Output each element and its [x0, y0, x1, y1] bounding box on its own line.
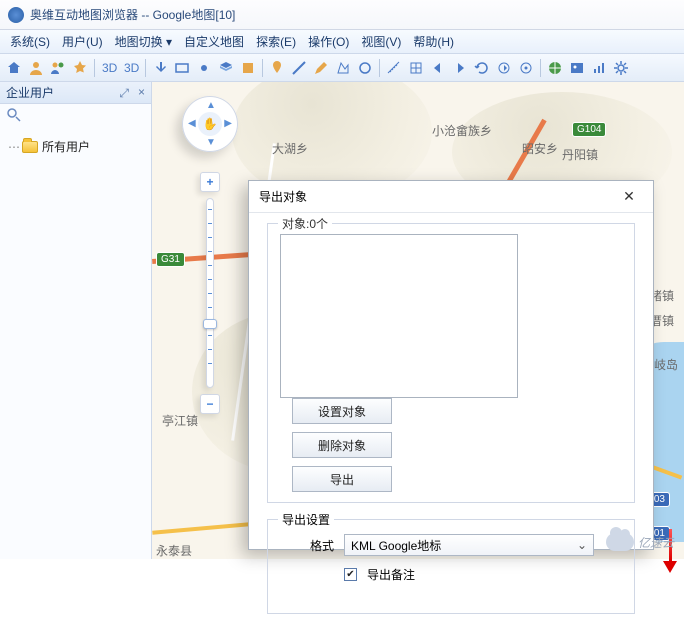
- pan-down-icon[interactable]: ▼: [206, 137, 216, 148]
- 3d-alt-icon[interactable]: 3D: [121, 58, 141, 78]
- area-icon[interactable]: [406, 58, 426, 78]
- tree-root-label: 所有用户: [42, 138, 90, 155]
- format-select[interactable]: KML Google地标 ⌄: [344, 534, 594, 556]
- rect-icon[interactable]: [172, 58, 192, 78]
- svg-text:3D: 3D: [124, 61, 139, 75]
- menu-operate[interactable]: 操作(O): [302, 33, 355, 50]
- chevron-down-icon: ⌄: [577, 538, 587, 552]
- city-label: 昭安乡: [522, 140, 558, 157]
- window-title: 奥维互动地图浏览器 -- Google地图[10]: [30, 6, 235, 23]
- globe-icon[interactable]: [545, 58, 565, 78]
- city-label: 大湖乡: [272, 140, 308, 157]
- objects-fieldset: 对象:0个 设置对象 删除对象 导出: [267, 223, 635, 503]
- pan-right-icon[interactable]: ▶: [224, 118, 232, 129]
- menu-help[interactable]: 帮助(H): [407, 33, 460, 50]
- pan-up-icon[interactable]: ▲: [206, 100, 216, 111]
- menu-view[interactable]: 视图(V): [355, 33, 407, 50]
- sidebar-title: 企业用户: [6, 84, 54, 101]
- dialog-close-button[interactable]: ✕: [615, 188, 643, 205]
- menubar: 系统(S) 用户(U) 地图切换 ▾ 自定义地图 探索(E) 操作(O) 视图(…: [0, 30, 684, 54]
- tree-dots: ⋯: [8, 140, 18, 154]
- home-icon[interactable]: [4, 58, 24, 78]
- toolbar: 3D 3D: [0, 54, 684, 82]
- titlebar: 奥维互动地图浏览器 -- Google地图[10]: [0, 0, 684, 30]
- sidebar: 企业用户 ⤢ × ⋯ 所有用户: [0, 82, 152, 559]
- export-button[interactable]: 导出: [292, 466, 392, 492]
- 3d-icon[interactable]: 3D: [99, 58, 119, 78]
- city-label: 永泰县: [156, 542, 192, 559]
- app-icon: [8, 7, 24, 23]
- zoom-slider[interactable]: [206, 198, 214, 388]
- circle-refresh-icon[interactable]: [494, 58, 514, 78]
- menu-map-switch[interactable]: 地图切换 ▾: [109, 33, 178, 50]
- watermark-text: 亿速云: [638, 534, 674, 551]
- chart-icon[interactable]: [589, 58, 609, 78]
- format-label: 格式: [280, 537, 334, 554]
- forward-icon[interactable]: [450, 58, 470, 78]
- pencil-icon[interactable]: [311, 58, 331, 78]
- export-remarks-label: 导出备注: [367, 566, 415, 583]
- set-object-button[interactable]: 设置对象: [292, 398, 392, 424]
- road-shield: G104: [572, 122, 606, 137]
- menu-explore[interactable]: 探索(E): [250, 33, 302, 50]
- zoom-out-button[interactable]: −: [200, 394, 220, 414]
- delete-object-button[interactable]: 删除对象: [292, 432, 392, 458]
- image-icon[interactable]: [567, 58, 587, 78]
- export-remarks-checkbox[interactable]: ✔: [344, 568, 357, 581]
- menu-user[interactable]: 用户(U): [56, 33, 109, 50]
- layers-icon[interactable]: [216, 58, 236, 78]
- box-icon[interactable]: [238, 58, 258, 78]
- svg-text:3D: 3D: [102, 61, 117, 75]
- pan-left-icon[interactable]: ◀: [188, 118, 196, 129]
- road-shield: G31: [156, 252, 185, 267]
- dialog-title: 导出对象: [259, 188, 615, 205]
- city-label: 丹阳镇: [562, 146, 598, 163]
- user-icon[interactable]: [26, 58, 46, 78]
- sidebar-header: 企业用户 ⤢ ×: [0, 82, 151, 104]
- folder-icon: [22, 141, 38, 153]
- back-icon[interactable]: [428, 58, 448, 78]
- city-label: 亭江镇: [162, 412, 198, 429]
- circle-icon[interactable]: [355, 58, 375, 78]
- export-settings-fieldset: 导出设置 格式 KML Google地标 ⌄ ✔ 导出备注: [267, 519, 635, 614]
- zoom-in-button[interactable]: +: [200, 172, 220, 192]
- settings-legend: 导出设置: [278, 511, 334, 528]
- zoom-control: + −: [200, 172, 220, 414]
- search-icon: [6, 107, 22, 123]
- download-icon[interactable]: [150, 58, 170, 78]
- dialog-titlebar[interactable]: 导出对象 ✕: [249, 181, 653, 213]
- circle-small-icon[interactable]: [194, 58, 214, 78]
- city-label: 小沧畲族乡: [432, 122, 492, 139]
- star-icon[interactable]: [70, 58, 90, 78]
- ruler-icon[interactable]: [384, 58, 404, 78]
- gear-icon[interactable]: [611, 58, 631, 78]
- zoom-thumb[interactable]: [203, 319, 217, 329]
- menu-system[interactable]: 系统(S): [4, 33, 56, 50]
- target-icon[interactable]: [516, 58, 536, 78]
- format-value: KML Google地标: [351, 537, 441, 554]
- watermark: 亿速云: [606, 533, 674, 551]
- tree-root-item[interactable]: ⋯ 所有用户: [8, 138, 143, 155]
- shape-icon[interactable]: [333, 58, 353, 78]
- line-icon[interactable]: [289, 58, 309, 78]
- sidebar-search[interactable]: [0, 104, 151, 128]
- pan-control[interactable]: ▲ ▼ ◀ ▶ ✋: [182, 96, 238, 152]
- pin-icon[interactable]: ⤢: [119, 86, 129, 101]
- cloud-icon: [606, 533, 634, 551]
- close-sidebar-icon[interactable]: ×: [138, 85, 145, 99]
- pin-icon[interactable]: [267, 58, 287, 78]
- pan-hand-icon[interactable]: ✋: [198, 112, 222, 136]
- export-dialog: 导出对象 ✕ 对象:0个 设置对象 删除对象 导出 导出设置 格式 KML Go…: [248, 180, 654, 550]
- objects-legend: 对象:0个: [278, 215, 332, 232]
- users-icon[interactable]: [48, 58, 68, 78]
- menu-custom-map[interactable]: 自定义地图: [178, 33, 250, 50]
- refresh-icon[interactable]: [472, 58, 492, 78]
- objects-listbox[interactable]: [280, 234, 518, 398]
- sidebar-tree: ⋯ 所有用户: [0, 128, 151, 165]
